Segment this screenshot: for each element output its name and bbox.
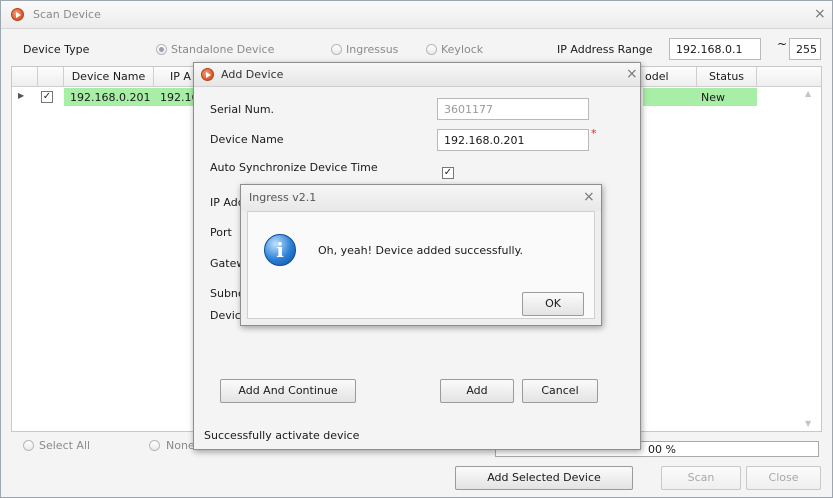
add-button[interactable]: Add bbox=[440, 379, 514, 403]
col-device-name[interactable]: Device Name bbox=[64, 67, 154, 87]
select-all-label: Select All bbox=[39, 439, 91, 452]
radio-keylock-label: Keylock bbox=[441, 43, 484, 56]
radio-ingressus[interactable] bbox=[331, 44, 342, 55]
table-row-status-area[interactable]: New bbox=[643, 88, 757, 106]
none-radio[interactable] bbox=[149, 440, 160, 451]
close-button[interactable]: Close bbox=[746, 466, 821, 490]
ip-range-label: IP Address Range bbox=[557, 43, 653, 56]
add-and-continue-button[interactable]: Add And Continue bbox=[220, 379, 356, 403]
app-logo-icon bbox=[11, 8, 24, 21]
select-all-radio[interactable] bbox=[23, 440, 34, 451]
row-expand-icon[interactable]: ▶ bbox=[18, 91, 24, 100]
radio-standalone[interactable] bbox=[156, 44, 167, 55]
serial-label: Serial Num. bbox=[210, 103, 275, 116]
col-model[interactable]: odel bbox=[643, 67, 697, 87]
auto-sync-checkbox[interactable]: ✓ bbox=[442, 167, 454, 179]
required-mark: * bbox=[591, 127, 597, 140]
ip-range-tilde: ~ bbox=[777, 37, 788, 51]
progress-text: 00 % bbox=[648, 443, 676, 456]
app-logo-icon bbox=[201, 68, 214, 81]
status-text: Successfully activate device bbox=[204, 429, 360, 442]
device-name-field[interactable]: 192.168.0.201 bbox=[437, 129, 589, 151]
cancel-button[interactable]: Cancel bbox=[522, 379, 598, 403]
add-device-title: Add Device bbox=[221, 68, 284, 81]
message-title: Ingress v2.1 bbox=[249, 191, 317, 204]
add-selected-device-button[interactable]: Add Selected Device bbox=[455, 466, 633, 490]
success-message-box: Ingress v2.1 × i Oh, yeah! Device added … bbox=[240, 184, 602, 326]
message-title-bar: Ingress v2.1 × bbox=[241, 185, 601, 211]
close-icon[interactable]: × bbox=[814, 7, 826, 21]
ip-end-field[interactable]: 255 bbox=[789, 38, 821, 60]
auto-sync-label: Auto Synchronize Device Time bbox=[210, 161, 378, 174]
serial-field[interactable]: 3601177 bbox=[437, 98, 589, 120]
radio-ingressus-label: Ingressus bbox=[346, 43, 399, 56]
radio-keylock[interactable] bbox=[426, 44, 437, 55]
message-text: Oh, yeah! Device added successfully. bbox=[318, 244, 524, 257]
cell-status: New bbox=[701, 91, 725, 104]
scan-button[interactable]: Scan bbox=[661, 466, 741, 490]
ok-button[interactable]: OK bbox=[522, 292, 584, 316]
info-icon: i bbox=[264, 234, 296, 266]
message-body: i Oh, yeah! Device added successfully. O… bbox=[247, 211, 595, 319]
none-label: None bbox=[166, 439, 195, 452]
close-icon[interactable]: × bbox=[583, 190, 595, 204]
table-row[interactable]: 192.168.0.201 192.168 bbox=[64, 88, 206, 106]
window-title: Scan Device bbox=[33, 8, 101, 21]
port-label: Port bbox=[210, 226, 232, 239]
scroll-up-icon[interactable]: ▲ bbox=[805, 89, 811, 98]
title-bar: Scan Device × bbox=[1, 1, 832, 29]
add-device-title-bar: Add Device × bbox=[194, 63, 640, 87]
col-status[interactable]: Status bbox=[697, 67, 757, 87]
device-name-label: Device Name bbox=[210, 133, 284, 146]
scroll-down-icon[interactable]: ▼ bbox=[805, 419, 811, 428]
radio-standalone-label: Standalone Device bbox=[171, 43, 275, 56]
row-checkbox[interactable]: ✓ bbox=[41, 91, 53, 103]
close-icon[interactable]: × bbox=[626, 67, 638, 81]
ip-start-field[interactable]: 192.168.0.1 bbox=[669, 38, 761, 60]
cell-device-name: 192.168.0.201 bbox=[70, 91, 151, 104]
device-type-label: Device Type bbox=[23, 43, 90, 56]
